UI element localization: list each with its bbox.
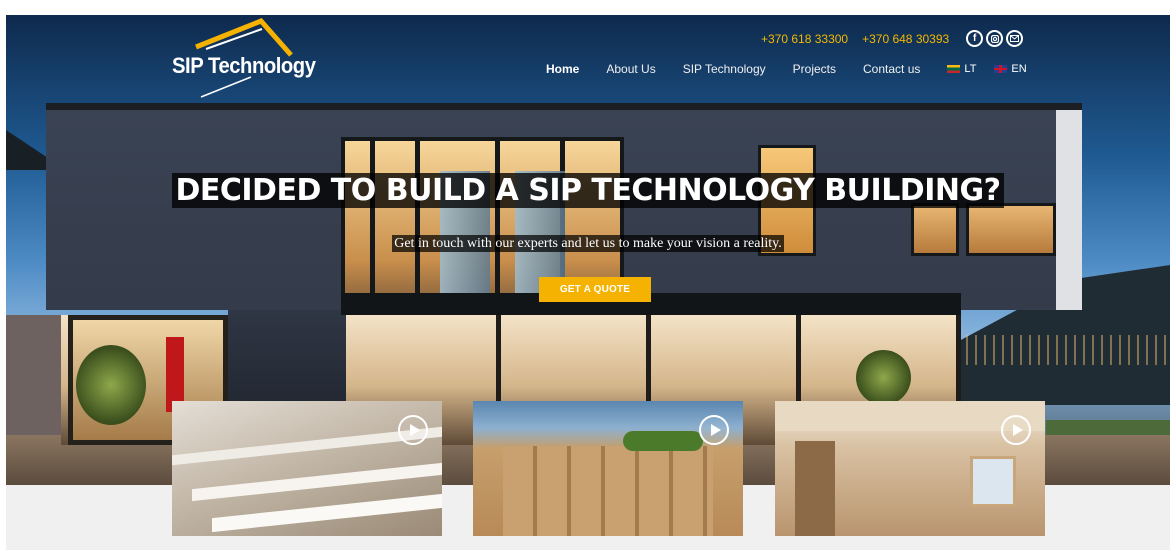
hero-headline-text: DECIDED TO BUILD A SIP TECHNOLOGY BUILDI… bbox=[172, 173, 1004, 208]
phone-link[interactable]: +370 618 33300 bbox=[761, 32, 848, 46]
instagram-icon[interactable] bbox=[986, 30, 1004, 47]
plant bbox=[856, 350, 911, 405]
hero-subtitle: Get in touch with our experts and let us… bbox=[6, 234, 1170, 252]
video-card[interactable] bbox=[172, 401, 442, 536]
video-card[interactable] bbox=[775, 401, 1045, 536]
video-card[interactable] bbox=[473, 401, 743, 536]
hero-subtitle-text: Get in touch with our experts and let us… bbox=[392, 235, 784, 252]
email-icon[interactable] bbox=[1006, 30, 1024, 47]
language-code: LT bbox=[964, 63, 977, 75]
tree bbox=[623, 431, 703, 451]
nav-item-about-us[interactable]: About Us bbox=[606, 62, 655, 76]
logo-text: SIP Technology bbox=[172, 53, 316, 78]
contact-bar: +370 618 33300 +370 648 30393 f bbox=[761, 30, 1024, 47]
page: SIP Technology +370 618 33300 +370 648 3… bbox=[6, 15, 1170, 550]
main-nav: Home About Us SIP Technology Projects Co… bbox=[546, 62, 1045, 76]
play-icon[interactable] bbox=[398, 415, 428, 445]
language-en[interactable]: EN bbox=[994, 63, 1027, 75]
house-upper-corner bbox=[1056, 110, 1082, 310]
language-code: EN bbox=[1011, 63, 1027, 75]
nav-item-sip-technology[interactable]: SIP Technology bbox=[683, 62, 766, 76]
window-mullion bbox=[415, 141, 420, 311]
facebook-icon[interactable]: f bbox=[966, 30, 984, 47]
uk-flag-icon bbox=[994, 65, 1008, 73]
sip-panel bbox=[212, 493, 442, 533]
lithuania-flag-icon bbox=[947, 65, 961, 73]
nav-item-contact-us[interactable]: Contact us bbox=[863, 62, 920, 76]
language-lt[interactable]: LT bbox=[947, 63, 976, 75]
get-quote-button[interactable]: GET A QUOTE bbox=[539, 277, 651, 302]
sip-panel bbox=[192, 462, 442, 502]
building-frame bbox=[503, 446, 713, 536]
window-mullion bbox=[495, 141, 500, 311]
nav-item-home[interactable]: Home bbox=[546, 62, 579, 76]
play-icon[interactable] bbox=[699, 415, 729, 445]
hero-headline: DECIDED TO BUILD A SIP TECHNOLOGY BUILDI… bbox=[6, 173, 1170, 208]
plant bbox=[76, 345, 146, 425]
opening bbox=[970, 456, 1016, 507]
logo[interactable]: SIP Technology bbox=[166, 15, 326, 100]
nav-item-projects[interactable]: Projects bbox=[793, 62, 836, 76]
phone-link[interactable]: +370 648 30393 bbox=[862, 32, 949, 46]
city-lights bbox=[966, 335, 1170, 365]
play-icon[interactable] bbox=[1001, 415, 1031, 445]
house-slab bbox=[341, 293, 961, 315]
doorway bbox=[795, 441, 835, 536]
house-roof bbox=[46, 103, 1082, 110]
window-mullion bbox=[370, 141, 375, 311]
